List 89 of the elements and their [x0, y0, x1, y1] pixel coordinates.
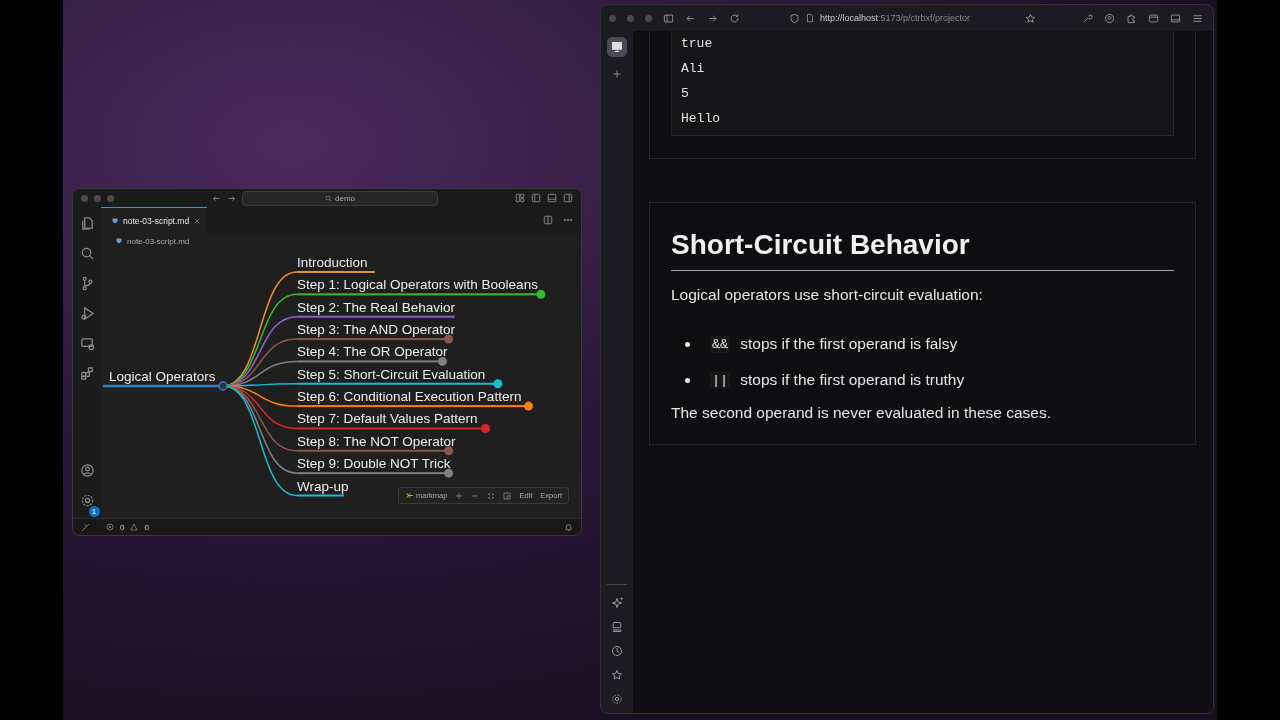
- account-icon[interactable]: [1104, 12, 1115, 24]
- mindmap-node[interactable]: Step 8: The NOT Operator: [297, 433, 456, 449]
- mindmap-node[interactable]: Step 6: Conditional Execution Pattern: [297, 389, 522, 405]
- inline-code: ||: [710, 371, 731, 389]
- output-line: Ali: [681, 60, 705, 78]
- root-node-dot[interactable]: [218, 381, 228, 391]
- warning-icon: [130, 523, 139, 531]
- editor-tab[interactable]: note-03-script.md: [101, 207, 208, 233]
- error-count[interactable]: 0: [120, 522, 125, 532]
- mindmap-node[interactable]: Introduction: [297, 255, 368, 270]
- pinned-tab[interactable]: [607, 37, 627, 57]
- close-dot[interactable]: [81, 194, 88, 202]
- notification-badge: 1: [88, 506, 100, 517]
- mindmap-node[interactable]: Step 4: The OR Operator: [297, 344, 448, 360]
- search-icon[interactable]: [79, 246, 95, 261]
- zoom-dot[interactable]: [107, 194, 114, 202]
- error-icon: [106, 523, 114, 531]
- toggle-icon[interactable]: [503, 491, 512, 500]
- monitor-icon: [611, 41, 623, 53]
- minimize-dot[interactable]: [94, 194, 101, 202]
- warning-count[interactable]: 0: [144, 522, 149, 532]
- minimize-dot[interactable]: [627, 14, 634, 22]
- bullet-icon: [685, 377, 690, 383]
- collapse-dot[interactable]: [444, 468, 454, 478]
- zoom-dot[interactable]: [645, 14, 652, 22]
- mindmap-node[interactable]: Step 9: Double NOT Trick: [297, 456, 451, 472]
- menu-icon[interactable]: [1192, 12, 1203, 24]
- breadcrumb[interactable]: note-03-script.md: [127, 236, 190, 246]
- account-icon[interactable]: [79, 463, 95, 478]
- close-icon[interactable]: [193, 216, 202, 225]
- markdown-file-icon: [115, 237, 123, 245]
- page-icon: [805, 13, 815, 23]
- zoom-in-icon[interactable]: [455, 491, 464, 500]
- markmap-logo-icon: [405, 491, 415, 500]
- clock-icon[interactable]: [611, 645, 623, 657]
- layout-icon[interactable]: [515, 193, 525, 203]
- mindmap-node[interactable]: Step 2: The Real Behavior: [297, 299, 456, 315]
- extension-icon[interactable]: [1126, 12, 1137, 24]
- collapse-dot[interactable]: [536, 289, 546, 299]
- bullet-icon: [685, 341, 690, 347]
- paragraph: Logical operators use short-circuit evaluation:: [671, 286, 983, 304]
- files-icon[interactable]: [79, 216, 95, 231]
- collapse-dot[interactable]: [524, 401, 534, 411]
- back-arrow-icon[interactable]: [685, 12, 696, 24]
- collapse-dot[interactable]: [481, 423, 490, 433]
- fit-icon[interactable]: [487, 491, 496, 500]
- output-line: true: [681, 35, 713, 53]
- close-dot[interactable]: [609, 14, 616, 22]
- markdown-file-icon: [111, 216, 119, 225]
- mindmap-root[interactable]: Logical Operators: [109, 369, 216, 384]
- split-editor-icon[interactable]: [543, 215, 553, 225]
- shield-icon[interactable]: [789, 12, 800, 24]
- forward-arrow-icon[interactable]: [707, 12, 718, 24]
- settings-icon[interactable]: [79, 493, 95, 508]
- mindmap-node[interactable]: Wrap-up: [297, 478, 349, 494]
- sidebar-icon[interactable]: [663, 12, 674, 24]
- inline-code: &&: [710, 335, 731, 353]
- output-line: 5: [681, 85, 689, 103]
- star-icon[interactable]: [1025, 12, 1036, 24]
- output-line: Hello: [681, 110, 720, 128]
- remote-monitor-icon[interactable]: [79, 336, 95, 351]
- search-field[interactable]: demo: [242, 190, 438, 206]
- bullet-text: stops if the first operand is truthy: [740, 371, 965, 389]
- mindmap-node[interactable]: Step 7: Default Values Pattern: [297, 411, 478, 427]
- panel-icon[interactable]: [547, 193, 557, 203]
- collapse-dot[interactable]: [493, 379, 503, 389]
- mindmap-node[interactable]: Step 5: Short-Circuit Evaluation: [297, 366, 486, 382]
- sidebar-icon[interactable]: [531, 193, 541, 203]
- paragraph: The second operand is never evaluated in these cases.: [671, 404, 1051, 422]
- extensions-icon[interactable]: [79, 366, 95, 381]
- run-debug-icon[interactable]: [79, 306, 95, 321]
- mindmap-node[interactable]: Step 1: Logical Operators with Booleans: [297, 277, 538, 293]
- mindmap-node[interactable]: Step 3: The AND Operator: [297, 322, 456, 338]
- bullet-text: stops if the first operand is falsy: [740, 335, 958, 353]
- new-tab-icon[interactable]: [612, 69, 622, 79]
- secondary-sidebar-icon[interactable]: [563, 193, 573, 203]
- search-icon: [325, 194, 332, 202]
- settings-icon[interactable]: [611, 693, 623, 705]
- reload-icon[interactable]: [729, 12, 740, 24]
- bell-icon[interactable]: [564, 522, 573, 532]
- back-arrow-icon[interactable]: [212, 193, 221, 203]
- sidebar-icon[interactable]: [1170, 12, 1181, 24]
- forward-arrow-icon[interactable]: [227, 193, 236, 203]
- sparkle-icon[interactable]: [611, 597, 623, 609]
- star-icon[interactable]: [611, 669, 623, 681]
- url-field[interactable]: http://localhost:5173/p/ctrbxf/projector: [820, 13, 971, 23]
- section-heading: Short-Circuit Behavior: [671, 228, 970, 262]
- wrench-icon[interactable]: [1082, 12, 1093, 24]
- container-icon[interactable]: [1148, 12, 1159, 24]
